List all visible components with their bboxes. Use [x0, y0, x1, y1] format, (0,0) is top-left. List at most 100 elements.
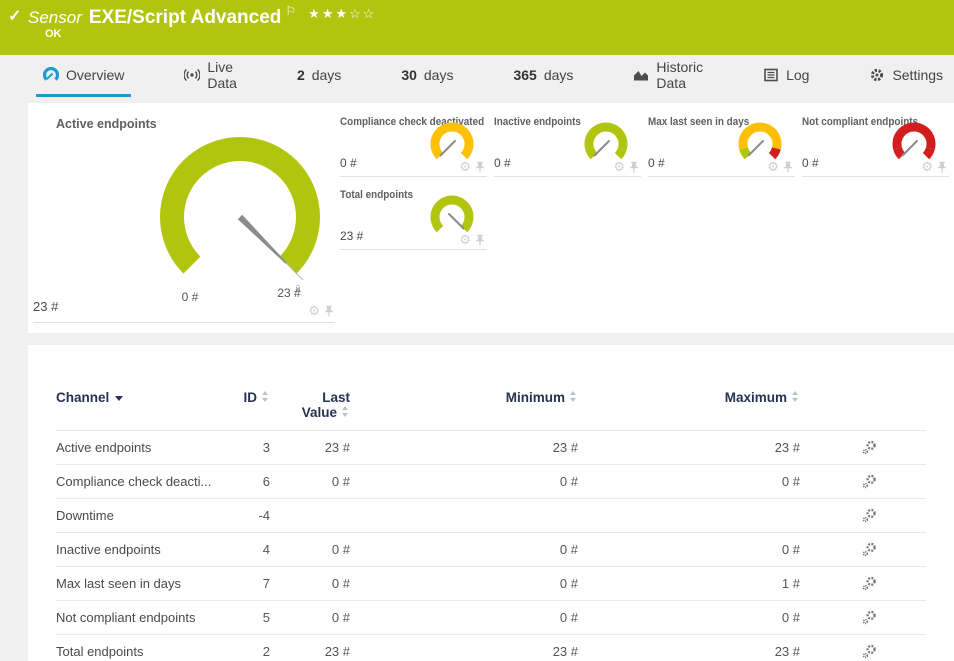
table-header-row: Channel ID LastValue Minimum Maximum [56, 373, 926, 431]
channel-last-value [270, 499, 350, 533]
gauge-settings-gear-icon[interactable]: ⚙ [308, 304, 320, 317]
channel-settings-icon[interactable] [862, 644, 877, 659]
tab-settings[interactable]: Settings [862, 55, 950, 97]
gauge-settings-gear-icon[interactable]: ⚙ [459, 233, 471, 246]
gauges-panel: Active endpoints x̄ 0 # 23 # 23 # ⚙ [28, 103, 954, 333]
tab-30-days[interactable]: 30 days [394, 55, 460, 97]
channel-settings-icon[interactable] [862, 542, 877, 557]
column-header-channel[interactable]: Channel [56, 373, 226, 431]
gauge-dial [583, 121, 629, 161]
sort-caret-icon [115, 396, 123, 401]
pin-icon[interactable] [629, 161, 639, 173]
column-header-minimum[interactable]: Minimum [350, 373, 578, 431]
priority-stars[interactable]: ★★★☆☆ [308, 6, 376, 21]
channel-minimum: 0 # [350, 533, 578, 567]
channel-last-value: 23 # [270, 635, 350, 661]
tab-historic-data[interactable]: Historic Data [626, 55, 710, 97]
sort-icon [570, 391, 578, 402]
channel-minimum: 0 # [350, 465, 578, 499]
gauge-needle [903, 141, 918, 156]
channel-name[interactable]: Not compliant endpoints [56, 601, 226, 635]
gauge-settings-gear-icon[interactable]: ⚙ [767, 160, 779, 173]
channel-maximum: 1 # [578, 567, 800, 601]
pin-icon[interactable] [783, 161, 793, 173]
gauge-current-value: 0 # [494, 156, 511, 170]
channel-name[interactable]: Max last seen in days [56, 567, 226, 601]
sort-icon [262, 391, 270, 402]
column-header-last-value[interactable]: LastValue [270, 373, 350, 431]
pin-icon[interactable] [937, 161, 947, 173]
pin-icon[interactable] [475, 234, 485, 246]
channel-minimum [350, 499, 578, 533]
channel-settings-icon[interactable] [862, 474, 877, 489]
channel-id: 5 [226, 601, 270, 635]
channel-maximum: 0 # [578, 533, 800, 567]
channel-name[interactable]: Downtime [56, 499, 226, 533]
divider [33, 322, 335, 323]
tab-overview[interactable]: Overview [36, 55, 131, 97]
channel-maximum: 23 # [578, 431, 800, 465]
tab-log[interactable]: Log [756, 55, 816, 97]
gauge-current-value: 0 # [648, 156, 665, 170]
column-header-id[interactable]: ID [226, 373, 270, 431]
gauge-dial [429, 194, 475, 234]
column-header-maximum[interactable]: Maximum [578, 373, 800, 431]
gauge-active-endpoints: Active endpoints x̄ 0 # 23 # 23 # ⚙ [28, 103, 340, 333]
channel-name[interactable]: Compliance check deacti... [56, 465, 226, 499]
tab-365-days[interactable]: 365 days [506, 55, 580, 97]
channel-settings-icon[interactable] [862, 576, 877, 591]
channel-row: Downtime -4 [56, 499, 926, 533]
channel-id: 3 [226, 431, 270, 465]
gauge-needle [449, 214, 464, 229]
sort-icon [792, 391, 800, 402]
gauge-settings-gear-icon[interactable]: ⚙ [459, 160, 471, 173]
channel-id: 7 [226, 567, 270, 601]
channel-settings-icon[interactable] [862, 508, 877, 523]
channel-maximum [578, 499, 800, 533]
gauge-dial [429, 121, 475, 161]
gauge-settings-gear-icon[interactable]: ⚙ [921, 160, 933, 173]
channel-last-value: 0 # [270, 601, 350, 635]
channel-name[interactable]: Active endpoints [56, 431, 226, 465]
tab-live-data[interactable]: Live Data [177, 55, 244, 97]
sensor-title-line: Sensor EXE/Script Advanced⚐ ★★★☆☆ [28, 4, 376, 29]
channel-maximum: 23 # [578, 635, 800, 661]
gauge-compliance-check-deactivated: Compliance check deactivated 0 # ⚙ [340, 110, 487, 177]
sort-icon [342, 406, 350, 417]
sensor-status-header: ✓ SensorEXE/Script Advanced⚐★★★☆☆ OK [0, 0, 954, 55]
gauge-icon [43, 67, 59, 83]
channel-id: 4 [226, 533, 270, 567]
status-ok-check-icon: ✓ [8, 6, 21, 26]
channel-row: Not compliant endpoints 5 0 # 0 # 0 # [56, 601, 926, 635]
channel-last-value: 0 # [270, 465, 350, 499]
tab-2-days[interactable]: 2 days [290, 55, 348, 97]
channel-row: Compliance check deacti... 6 0 # 0 # 0 # [56, 465, 926, 499]
channel-name[interactable]: Total endpoints [56, 635, 226, 661]
gauge-current-value: 23 # [33, 299, 58, 314]
channel-maximum: 0 # [578, 601, 800, 635]
gauge-title: Active endpoints [56, 117, 157, 131]
gauge-settings-gear-icon[interactable]: ⚙ [613, 160, 625, 173]
gauge-needle [595, 141, 610, 156]
channel-id: 6 [226, 465, 270, 499]
channel-minimum: 0 # [350, 601, 578, 635]
sensor-name: EXE/Script Advanced [89, 7, 282, 28]
gauge-max-last-seen-in-days: Max last seen in days 0 # ⚙ [648, 110, 795, 177]
flag-icon[interactable]: ⚐ [285, 4, 296, 18]
tab-bar: Overview Live Data 2 days 30 days [0, 55, 954, 97]
gauge-inactive-endpoints: Inactive endpoints 0 # ⚙ [494, 110, 641, 177]
gauge-max-label: 23 # [277, 286, 300, 300]
log-icon [763, 67, 779, 83]
gear-icon [869, 67, 885, 83]
channel-last-value: 0 # [270, 567, 350, 601]
sensor-overview-page: ✓ SensorEXE/Script Advanced⚐★★★☆☆ OK Ove… [0, 0, 954, 661]
column-header-actions [800, 373, 926, 431]
object-kind-label: Sensor [28, 8, 82, 27]
channel-settings-icon[interactable] [862, 610, 877, 625]
channel-settings-icon[interactable] [862, 440, 877, 455]
historic-icon [633, 67, 649, 83]
pin-icon[interactable] [324, 305, 334, 317]
pin-icon[interactable] [475, 161, 485, 173]
gauge-not-compliant-endpoints: Not compliant endpoints 0 # ⚙ [802, 110, 949, 177]
channel-name[interactable]: Inactive endpoints [56, 533, 226, 567]
